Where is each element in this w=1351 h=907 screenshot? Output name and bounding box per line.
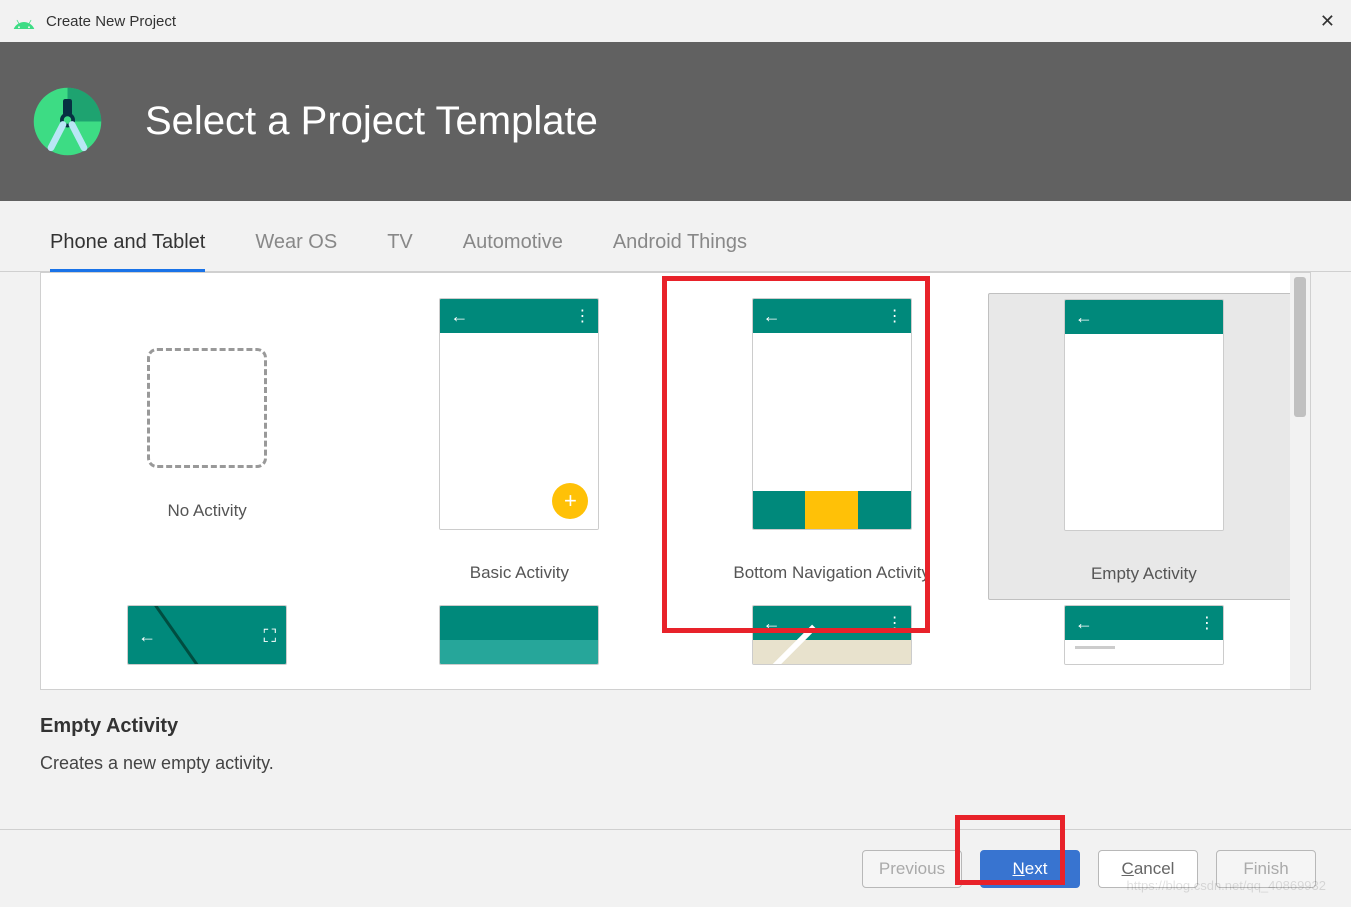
footer-buttons: Previous Next Cancel Finish <box>0 829 1351 907</box>
template-label: No Activity <box>167 501 246 521</box>
tab-automotive[interactable]: Automotive <box>463 231 563 271</box>
template-bottom-nav-activity[interactable]: ← ⋮ Bottom Navigation Activity <box>676 293 988 600</box>
android-icon <box>12 13 36 29</box>
title-left-group: Create New Project <box>12 13 176 30</box>
fullscreen-icon: ⛶ <box>264 626 277 647</box>
banner: Select a Project Template <box>0 42 1351 201</box>
tab-phone-tablet[interactable]: Phone and Tablet <box>50 231 205 272</box>
fab-icon: + <box>552 483 588 519</box>
scrollbar-thumb[interactable] <box>1294 277 1306 417</box>
back-arrow-icon: ← <box>1075 307 1093 328</box>
template-label: Empty Activity <box>1091 564 1197 584</box>
description-text: Creates a new empty activity. <box>40 753 1311 774</box>
no-activity-thumb <box>147 348 267 468</box>
bottom-nav-thumb: ← ⋮ <box>752 298 912 530</box>
back-arrow-icon: ← <box>450 306 468 327</box>
row2d-thumb: ← ⋮ <box>1064 605 1224 665</box>
template-map-activity[interactable]: ← ⋮ <box>676 600 988 680</box>
next-button[interactable]: Next <box>980 850 1080 888</box>
title-bar: Create New Project ✕ <box>0 0 1351 42</box>
template-label: Basic Activity <box>470 563 569 583</box>
previous-button: Previous <box>862 850 962 888</box>
template-description: Empty Activity Creates a new empty activ… <box>0 690 1351 799</box>
tab-android-things[interactable]: Android Things <box>613 231 747 271</box>
android-studio-logo <box>30 84 105 159</box>
fullscreen-thumb: ← ⛶ <box>127 605 287 665</box>
back-arrow-icon: ← <box>1075 613 1093 634</box>
tab-wear-os[interactable]: Wear OS <box>255 231 337 271</box>
tab-tv[interactable]: TV <box>387 231 413 271</box>
description-title: Empty Activity <box>40 715 1311 738</box>
back-arrow-icon: ← <box>138 626 156 647</box>
overflow-menu-icon: ⋮ <box>574 306 588 326</box>
template-no-activity[interactable]: No Activity <box>51 293 363 600</box>
template-label: Bottom Navigation Activity <box>733 563 930 583</box>
basic-activity-thumb: ← ⋮ + <box>439 298 599 530</box>
template-empty-activity[interactable]: ← Empty Activity <box>988 293 1300 600</box>
scrollbar[interactable] <box>1290 273 1310 689</box>
overflow-menu-icon: ⋮ <box>887 613 901 633</box>
watermark: https://blog.csdn.net/qq_40869932 <box>1127 878 1327 893</box>
banner-title: Select a Project Template <box>145 99 598 144</box>
back-arrow-icon: ← <box>763 306 781 327</box>
row2b-thumb <box>439 605 599 665</box>
window-title: Create New Project <box>46 13 176 30</box>
template-grid: No Activity ← ⋮ + Basic Activity ← ⋮ <box>40 272 1311 690</box>
template-category-tabs: Phone and Tablet Wear OS TV Automotive A… <box>0 201 1351 272</box>
close-button[interactable]: ✕ <box>1316 7 1339 36</box>
back-arrow-icon: ← <box>763 613 781 634</box>
overflow-menu-icon: ⋮ <box>1199 613 1213 633</box>
template-basic-activity[interactable]: ← ⋮ + Basic Activity <box>363 293 675 600</box>
template-fullscreen-activity[interactable]: ← ⛶ <box>51 600 363 680</box>
template-row2-d[interactable]: ← ⋮ <box>988 600 1300 680</box>
template-row2-b[interactable] <box>363 600 675 680</box>
empty-activity-thumb: ← <box>1064 299 1224 531</box>
overflow-menu-icon: ⋮ <box>887 306 901 326</box>
map-thumb: ← ⋮ <box>752 605 912 665</box>
